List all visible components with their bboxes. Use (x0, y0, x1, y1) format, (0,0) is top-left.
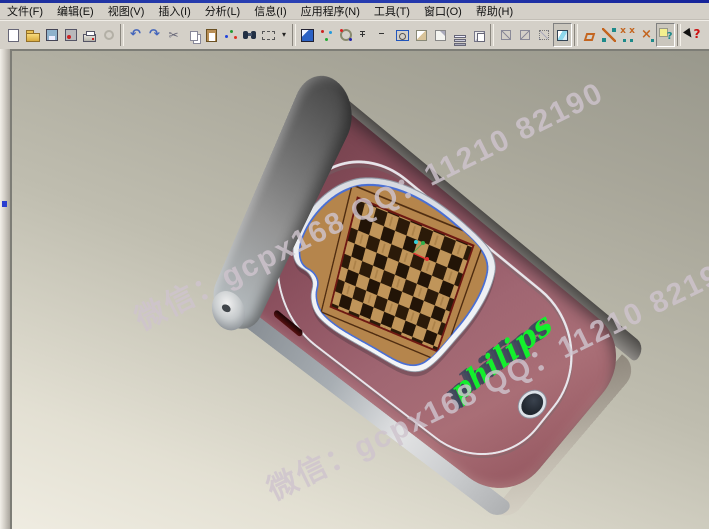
menu-help[interactable]: 帮助(H) (469, 2, 520, 20)
print-icon (83, 34, 96, 42)
paste-button[interactable] (202, 23, 221, 47)
toolbar-dock-strip[interactable] (0, 49, 10, 529)
menu-tools[interactable]: 工具(T) (367, 2, 417, 20)
cut-icon: ✂ (166, 27, 182, 43)
view-capture-icon (474, 31, 485, 42)
static-wireframe-icon (520, 30, 530, 40)
paste-icon (206, 29, 217, 42)
open-icon (26, 33, 40, 42)
workspace: philips 微信：gcpx168 QQ：11210 82190 微信：gcp… (0, 49, 709, 529)
toolbar-separator (677, 24, 681, 46)
shaded-cube-icon (557, 30, 568, 41)
menu-analysis[interactable]: 分析(L) (198, 2, 247, 20)
menu-view[interactable]: 视图(V) (101, 2, 152, 20)
new-icon (8, 29, 19, 42)
trim-divide-icon: × (639, 27, 655, 43)
info-query-button[interactable] (656, 23, 675, 47)
redo-button[interactable]: ↷ (145, 23, 164, 47)
hidden-edge-display-button[interactable] (534, 23, 553, 47)
profile-curve-button[interactable] (580, 23, 599, 47)
zoom-window-button[interactable] (393, 23, 412, 47)
shaded-cube-button[interactable] (553, 23, 572, 47)
redo-icon: ↷ (147, 27, 163, 43)
open-button[interactable] (23, 23, 42, 47)
context-help-button[interactable] (683, 23, 702, 47)
info-query-icon (658, 27, 674, 43)
snap-point-button[interactable] (221, 23, 240, 47)
view-capture-button[interactable] (469, 23, 488, 47)
main-toolbar: ↶↷✂ ▾ x x× (0, 20, 709, 49)
line-point-icon (602, 28, 616, 42)
export-icon (104, 30, 114, 40)
menu-bar: 文件(F)编辑(E)视图(V)插入(I)分析(L)信息(I)应用程序(N)工具(… (0, 3, 709, 20)
view-orient-button[interactable] (336, 23, 355, 47)
wireframe-display-icon (501, 30, 511, 40)
section-view-icon (435, 30, 446, 41)
point-set-button[interactable]: x x (618, 23, 637, 47)
copy-icon (190, 31, 198, 41)
x-axis-line (413, 253, 426, 259)
z-axis-dot (414, 240, 418, 244)
zoom-in-icon (357, 27, 373, 43)
y-axis-dot (421, 241, 425, 245)
point-set-icon: x x (620, 27, 636, 43)
copy-button[interactable] (183, 23, 202, 47)
toolbar-separator (490, 24, 494, 46)
view-orient-icon (340, 29, 352, 41)
csys-triad (405, 239, 435, 265)
menu-file[interactable]: 文件(F) (0, 2, 50, 20)
line-point-button[interactable] (599, 23, 618, 47)
find-button[interactable] (240, 23, 259, 47)
undo-button[interactable]: ↶ (126, 23, 145, 47)
menu-application[interactable]: 应用程序(N) (294, 2, 367, 20)
zoom-window-icon (396, 30, 409, 41)
find-icon (242, 27, 258, 43)
extrude-preview-icon (416, 30, 427, 41)
selection-filter-dropdown-button[interactable]: ▾ (278, 23, 290, 47)
zoom-in-button[interactable] (355, 23, 374, 47)
wireframe-display-button[interactable] (496, 23, 515, 47)
save-as-icon (65, 29, 77, 41)
selection-filter-icon (262, 31, 275, 40)
profile-curve-icon (584, 33, 596, 41)
zoom-out-icon (376, 27, 392, 43)
snap-point-icon (223, 27, 239, 43)
x-axis-dot (425, 257, 429, 261)
menu-window[interactable]: 窗口(O) (417, 2, 469, 20)
export-button[interactable] (99, 23, 118, 47)
cut-button[interactable]: ✂ (164, 23, 183, 47)
save-icon (46, 29, 58, 41)
point-display-button[interactable] (317, 23, 336, 47)
new-button[interactable] (4, 23, 23, 47)
hidden-edge-display-icon (539, 30, 549, 40)
zoom-out-button[interactable] (374, 23, 393, 47)
trim-divide-button[interactable]: × (637, 23, 656, 47)
menu-insert[interactable]: 插入(I) (151, 2, 197, 20)
static-wireframe-button[interactable] (515, 23, 534, 47)
context-help-icon (685, 27, 701, 43)
shaded-display-icon (301, 29, 314, 42)
toolbar-separator (120, 24, 124, 46)
selection-filter-dropdown-icon: ▾ (279, 27, 289, 43)
undo-icon: ↶ (128, 27, 144, 43)
shaded-display-button[interactable] (298, 23, 317, 47)
menu-information[interactable]: 信息(I) (247, 2, 293, 20)
extrude-preview-button[interactable] (412, 23, 431, 47)
layer-settings-button[interactable] (450, 23, 469, 47)
dock-indicator (2, 201, 7, 207)
toolbar-separator (574, 24, 578, 46)
y-axis-line (413, 244, 422, 253)
toolbar-separator (292, 24, 296, 46)
layer-settings-icon (454, 35, 466, 38)
graphics-viewport[interactable]: philips 微信：gcpx168 QQ：11210 82190 微信：gcp… (10, 49, 709, 529)
point-display-icon (319, 27, 335, 43)
section-view-button[interactable] (431, 23, 450, 47)
print-button[interactable] (80, 23, 99, 47)
selection-filter-button[interactable] (259, 23, 278, 47)
save-as-button[interactable] (61, 23, 80, 47)
save-button[interactable] (42, 23, 61, 47)
menu-edit[interactable]: 编辑(E) (50, 2, 101, 20)
